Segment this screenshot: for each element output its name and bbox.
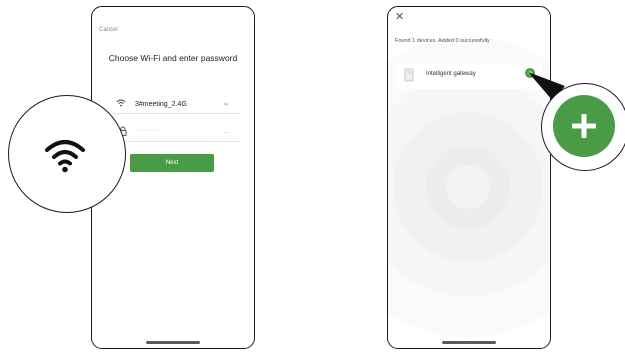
add-icon[interactable] bbox=[553, 95, 615, 157]
add-button-callout bbox=[541, 83, 625, 171]
plus-icon bbox=[572, 114, 596, 138]
callout-pointer bbox=[528, 72, 565, 101]
